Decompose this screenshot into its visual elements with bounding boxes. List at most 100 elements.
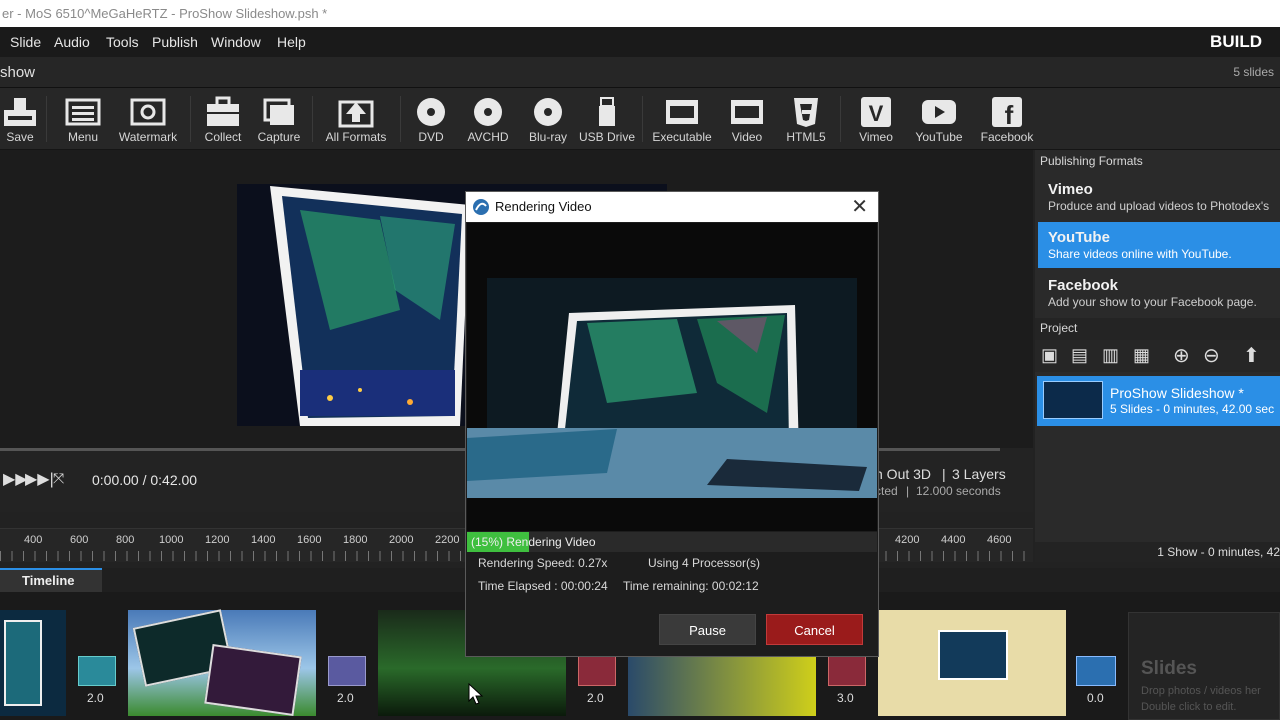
menu-tools[interactable]: Tools [106, 27, 139, 57]
save-button[interactable]: Save [0, 88, 40, 150]
menu-bar: Slide Audio Tools Publish Window Help BU… [0, 27, 1280, 57]
usb-drive-button[interactable]: USB Drive [576, 88, 638, 150]
project-show-item[interactable]: ProShow Slideshow * 5 Slides - 0 minutes… [1037, 376, 1280, 426]
format-name: Vimeo [1048, 181, 1093, 198]
youtube-button[interactable]: YouTube [912, 88, 966, 150]
transition-duration: 3.0 [837, 691, 854, 705]
menu-publish[interactable]: Publish [152, 27, 198, 57]
show-title: show [0, 64, 36, 81]
close-icon[interactable]: ✕ [851, 192, 868, 222]
move-up-icon[interactable]: ⬆ [1243, 343, 1260, 368]
menu-slide[interactable]: Slide [10, 27, 41, 57]
dvd-button[interactable]: DVD [410, 88, 452, 150]
show-info: 5 Slides - 0 minutes, 42.00 sec [1110, 402, 1275, 416]
project-summary-bar: 1 Show - 0 minutes, 42 [1035, 542, 1280, 562]
progress-label: (15%) Rendering Video [471, 535, 596, 549]
ruler-tick: 1000 [159, 534, 184, 546]
toolbar-divider [46, 96, 47, 142]
toolbar-divider [400, 96, 401, 142]
pause-button[interactable]: Pause [659, 614, 756, 645]
menu-audio[interactable]: Audio [54, 27, 90, 57]
rendering-dialog: Rendering Video ✕ (15%) Rendering Video … [465, 191, 879, 657]
svg-text:V: V [869, 101, 884, 126]
ruler-tick: 2000 [389, 534, 414, 546]
dropzone-title: Slides [1141, 658, 1197, 679]
transition-icon[interactable] [1076, 656, 1116, 686]
transition-duration: 2.0 [337, 691, 354, 705]
project-summary: 1 Show - 0 minutes, 42 [1157, 545, 1280, 559]
project-header-bar: Project [1035, 318, 1280, 340]
duration-divider: | [906, 484, 910, 498]
video-button[interactable]: Video [724, 88, 770, 150]
slide-thumbnail[interactable] [0, 610, 66, 716]
processor-count: Using 4 Processor(s) [648, 556, 761, 570]
slide-thumbnail[interactable] [878, 610, 1066, 716]
remove-icon[interactable]: ⊖ [1203, 343, 1220, 368]
render-preview [467, 223, 877, 531]
transition-icon[interactable] [328, 656, 366, 686]
build-mode-label[interactable]: BUILD [1210, 27, 1262, 57]
menu-icon [65, 98, 101, 126]
window-title: er - MoS 6510^MeGaHeRTZ - ProShow Slides… [0, 0, 1280, 27]
vimeo-button[interactable]: V Vimeo [854, 88, 898, 150]
format-desc: Add your show to your Facebook page. [1048, 295, 1257, 309]
add-icon[interactable]: ⊕ [1173, 343, 1190, 368]
html5-button[interactable]: HTML5 [782, 88, 830, 150]
all-formats-button[interactable]: All Formats [322, 88, 390, 150]
menu-help[interactable]: Help [277, 27, 306, 57]
watermark-button[interactable]: Watermark [115, 88, 181, 150]
transition-duration: 0.0 [1087, 691, 1104, 705]
next-icon[interactable]: ▶▶| [25, 469, 54, 489]
youtube-icon [922, 100, 956, 124]
publishing-panel: Publishing Formats Vimeo Produce and upl… [1035, 150, 1280, 562]
transition-icon[interactable] [578, 656, 616, 686]
play-icon[interactable]: ▶▶ [3, 469, 28, 489]
bluray-button[interactable]: Blu-ray [524, 88, 572, 150]
render-preview-image [467, 278, 877, 498]
publish-toolbar: Save Menu Watermark Collect Capture All … [0, 88, 1280, 150]
capture-button[interactable]: Capture [254, 88, 304, 150]
cancel-button[interactable]: Cancel [766, 614, 863, 645]
ruler-tick: 1400 [251, 534, 276, 546]
menu-button[interactable]: Menu [60, 88, 106, 150]
tab-timeline[interactable]: Timeline [0, 568, 102, 592]
transition-icon[interactable] [78, 656, 116, 686]
save-icon[interactable]: ▥ [1102, 345, 1119, 366]
ruler-tick: 4200 [895, 534, 920, 546]
avchd-button[interactable]: AVCHD [462, 88, 514, 150]
loop-icon[interactable]: ⤧ [53, 470, 64, 487]
render-progress-bar: (15%) Rendering Video [467, 532, 877, 552]
facebook-button[interactable]: f Facebook [978, 88, 1036, 150]
toolbar-divider [190, 96, 191, 142]
format-facebook[interactable]: Facebook Add your show to your Facebook … [1038, 270, 1280, 316]
video-file-icon [731, 100, 763, 124]
format-desc: Produce and upload videos to Photodex's [1048, 199, 1270, 213]
disc-icon [417, 98, 445, 126]
ruler-tick: 600 [70, 534, 89, 546]
menu-window[interactable]: Window [211, 27, 261, 57]
watermark-icon [130, 98, 166, 126]
slides-dropzone[interactable]: Slides Drop photos / videos her Double c… [1128, 612, 1280, 720]
dialog-titlebar[interactable]: Rendering Video ✕ [466, 192, 878, 222]
transition-duration: 2.0 [587, 691, 604, 705]
format-vimeo[interactable]: Vimeo Produce and upload videos to Photo… [1038, 174, 1280, 220]
ruler-tick: 400 [24, 534, 43, 546]
ruler-tick: 1800 [343, 534, 368, 546]
collect-button[interactable]: Collect [200, 88, 246, 150]
time-remaining: Time remaining: 00:02:12 [623, 579, 759, 593]
briefcase-icon[interactable]: ▣ [1041, 345, 1058, 366]
open-folder-icon[interactable]: ▤ [1071, 345, 1088, 366]
layer-count: 3 Layers [952, 466, 1006, 482]
svg-text:f: f [1005, 100, 1014, 128]
slide-thumbnail[interactable] [628, 656, 816, 716]
ruler-tick: 1200 [205, 534, 230, 546]
ruler-tick: 1600 [297, 534, 322, 546]
transition-icon[interactable] [828, 656, 866, 686]
slide-thumbnail[interactable] [128, 609, 316, 716]
transition-duration: 2.0 [87, 691, 104, 705]
properties-icon[interactable]: ▦ [1133, 345, 1150, 366]
html5-icon [794, 98, 818, 127]
slide-count: 5 slides [1233, 65, 1274, 79]
format-youtube[interactable]: YouTube Share videos online with YouTube… [1038, 222, 1280, 268]
executable-button[interactable]: Executable [650, 88, 714, 150]
